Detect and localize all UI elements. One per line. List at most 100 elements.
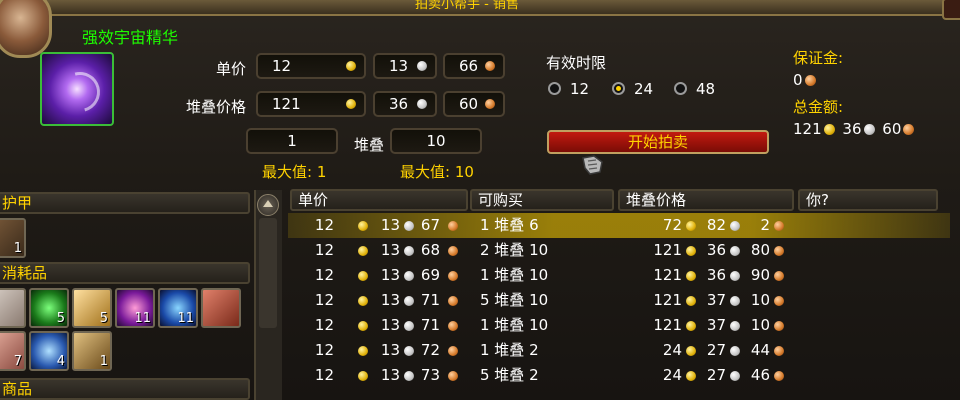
unit-price-silver-input[interactable]: 13 xyxy=(373,53,437,79)
duration-12-radio[interactable] xyxy=(548,82,561,95)
stack-gold-cell: 24 xyxy=(662,366,682,384)
table-row[interactable]: 12 13 73 5 堆叠 2 24 27 46 xyxy=(288,363,950,388)
red-meat-icon[interactable] xyxy=(201,288,241,328)
stack-price-silver-input[interactable]: 36 xyxy=(373,91,437,117)
copper-coin-icon xyxy=(774,346,784,356)
gold-coin-icon xyxy=(358,321,368,331)
table-row[interactable]: 12 13 67 1 堆叠 6 72 82 2 xyxy=(288,213,950,238)
gold-coin-icon xyxy=(346,61,356,71)
cosmic-essence-icon[interactable] xyxy=(40,52,114,126)
total-silver-value: 36 xyxy=(842,120,862,138)
close-button[interactable] xyxy=(942,0,960,20)
gold-coin-icon xyxy=(686,246,696,256)
scroll-up-icon[interactable] xyxy=(257,194,279,216)
stack-price-copper-input[interactable]: 60 xyxy=(443,91,505,117)
blue-crystal-icon[interactable]: 4 xyxy=(29,331,69,371)
start-auction-button[interactable]: 开始拍卖 xyxy=(547,130,769,154)
gold-coin-icon xyxy=(358,246,368,256)
category-consumables[interactable]: 消耗品 xyxy=(0,262,250,284)
pink-meat-icon[interactable]: 7 xyxy=(0,331,26,371)
gold-coin-icon xyxy=(823,124,835,135)
gold-coin-icon xyxy=(346,99,356,109)
gauntlet-cursor-icon xyxy=(582,155,603,175)
armor-item-icon[interactable]: 1 xyxy=(0,218,26,258)
copper-coin-icon xyxy=(448,296,458,306)
stack-size-value: 10 xyxy=(426,132,446,150)
available-cell: 1 堆叠 10 xyxy=(480,316,549,334)
silver-coin-icon xyxy=(417,61,427,71)
copper-coin-icon xyxy=(804,75,816,86)
fish-skewer-icon[interactable]: 1 xyxy=(72,331,112,371)
stack-gold-cell: 72 xyxy=(662,216,682,234)
copper-coin-icon xyxy=(448,271,458,281)
copper-coin-icon xyxy=(774,271,784,281)
copper-coin-icon xyxy=(448,246,458,256)
stack-count-input[interactable]: 1 xyxy=(246,128,338,154)
unit-price-gold-value: 12 xyxy=(272,57,292,75)
table-row[interactable]: 12 13 71 1 堆叠 10 121 37 10 xyxy=(288,313,950,338)
slot-count: 7 xyxy=(13,354,22,369)
stack-gold-cell: 121 xyxy=(653,266,682,284)
category-goods[interactable]: 商品 xyxy=(0,378,250,400)
deposit-value: 0 xyxy=(793,71,803,89)
available-cell: 5 堆叠 2 xyxy=(480,366,539,384)
gold-coin-icon xyxy=(358,296,368,306)
table-row[interactable]: 12 13 69 1 堆叠 10 121 36 90 xyxy=(288,263,950,288)
gold-coin-icon xyxy=(686,221,696,231)
duration-12-label: 12 xyxy=(570,80,590,98)
available-cell: 2 堆叠 10 xyxy=(480,241,549,259)
copper-coin-icon xyxy=(774,371,784,381)
scroll-thumb[interactable] xyxy=(259,218,277,328)
meat-icon[interactable] xyxy=(0,288,26,328)
table-row[interactable]: 12 13 68 2 堆叠 10 121 36 80 xyxy=(288,238,950,263)
item-name: 强效宇宙精华 xyxy=(82,28,179,47)
table-row[interactable]: 12 13 71 5 堆叠 10 121 37 10 xyxy=(288,288,950,313)
unit-price-copper-value: 66 xyxy=(459,57,479,75)
unit-price-copper-input[interactable]: 66 xyxy=(443,53,505,79)
gold-coin-icon xyxy=(358,346,368,356)
gold-coin-icon xyxy=(686,371,696,381)
stack-gold-cell: 24 xyxy=(662,341,682,359)
purple-potion-icon[interactable]: 11 xyxy=(115,288,155,328)
stack-price-gold-input[interactable]: 121 xyxy=(256,91,366,117)
unit-gold-cell: 12 xyxy=(314,266,334,284)
title-bar: 拍卖小帮手 - 销售 xyxy=(0,0,960,16)
duration-48-radio[interactable] xyxy=(674,82,687,95)
unit-gold-cell: 12 xyxy=(314,291,334,309)
unit-gold-cell: 12 xyxy=(314,216,334,234)
silver-coin-icon xyxy=(730,271,740,281)
silver-coin-icon xyxy=(730,371,740,381)
header-available[interactable]: 可购买 xyxy=(470,189,614,211)
copper-coin-icon xyxy=(903,124,915,135)
stack-price-copper-value: 60 xyxy=(459,95,479,113)
gold-coin-icon xyxy=(686,321,696,331)
deposit-label: 保证金: xyxy=(793,49,844,67)
blue-potion-icon[interactable]: 11 xyxy=(158,288,198,328)
slot-count: 1 xyxy=(13,241,22,256)
silver-coin-icon xyxy=(730,346,740,356)
copper-coin-icon xyxy=(485,61,495,71)
duration-24-radio[interactable] xyxy=(612,82,625,95)
scroll-icon[interactable]: 5 xyxy=(72,288,112,328)
green-gem-icon[interactable]: 5 xyxy=(29,288,69,328)
silver-coin-icon xyxy=(404,371,414,381)
copper-coin-icon xyxy=(774,296,784,306)
copper-coin-icon xyxy=(485,99,495,109)
window-title: 拍卖小帮手 - 销售 xyxy=(415,0,519,12)
deposit-amount: 0 xyxy=(793,71,819,89)
stack-gold-cell: 121 xyxy=(653,316,682,334)
header-stack-price[interactable]: 堆叠价格 xyxy=(618,189,794,211)
stack-size-input[interactable]: 10 xyxy=(390,128,482,154)
max-stack-size-label: 最大值: 10 xyxy=(400,163,474,181)
silver-coin-icon xyxy=(730,246,740,256)
available-cell: 1 堆叠 6 xyxy=(480,216,539,234)
header-unit-price[interactable]: 单价 xyxy=(290,189,468,211)
category-armor[interactable]: 护甲 xyxy=(0,192,250,214)
total-gold-value: 121 xyxy=(793,120,822,138)
copper-coin-icon xyxy=(774,221,784,231)
header-yours[interactable]: 你? xyxy=(798,189,938,211)
unit-price-gold-input[interactable]: 12 xyxy=(256,53,366,79)
copper-coin-icon xyxy=(448,221,458,231)
table-row[interactable]: 12 13 72 1 堆叠 2 24 27 44 xyxy=(288,338,950,363)
unit-price-silver-value: 13 xyxy=(389,57,409,75)
